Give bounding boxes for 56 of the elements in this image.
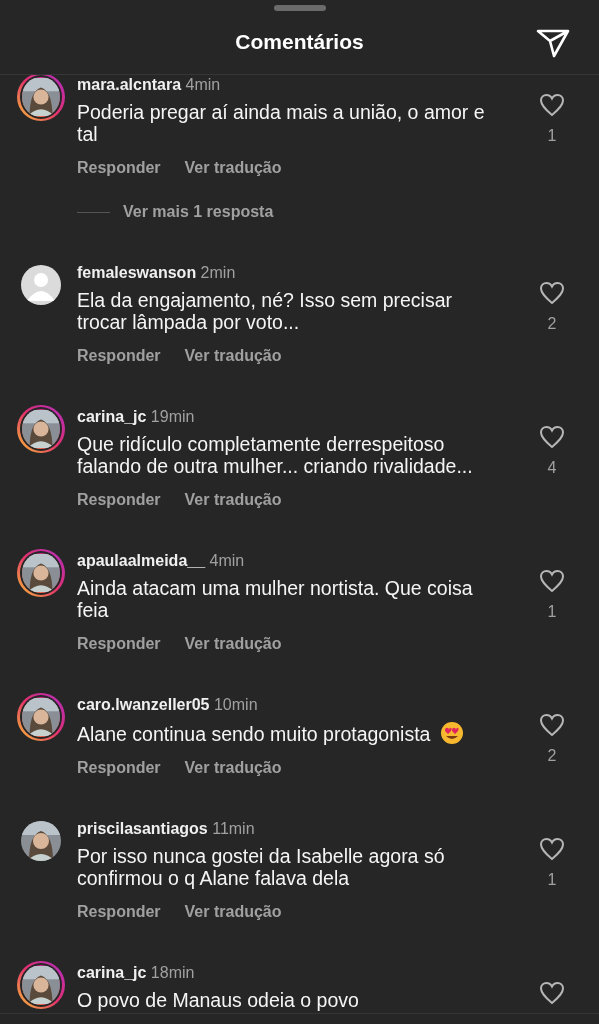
heart-eyes-emoji-icon	[439, 721, 464, 745]
comment-time: 18min	[150, 964, 195, 981]
username-link[interactable]: priscilasantiagos	[77, 820, 208, 837]
comment-time: 2min	[200, 264, 236, 281]
heart-icon[interactable]	[539, 93, 565, 117]
comment-action-link[interactable]: Responder	[77, 758, 161, 778]
comment-action-link[interactable]: Responder	[77, 346, 161, 366]
comment-time: 4min	[185, 76, 221, 93]
heart-icon[interactable]	[539, 713, 565, 737]
like-count: 2	[547, 315, 557, 333]
comment-time: 11min	[212, 820, 255, 837]
comment-time: 10min	[213, 696, 258, 713]
comment-text: Ainda atacam uma mulher nortista. Que coisa feia	[77, 577, 473, 621]
heart-icon[interactable]	[539, 569, 565, 593]
comment-action-link[interactable]: Ver tradução	[184, 346, 282, 366]
drag-handle[interactable]	[273, 5, 326, 11]
username-link[interactable]: caro.lwanzeller05	[77, 696, 210, 713]
heart-icon[interactable]	[539, 281, 565, 305]
avatar[interactable]	[16, 693, 65, 741]
screen-title: Comentários	[235, 30, 364, 54]
like-count: 1	[547, 603, 557, 621]
like-count: 4	[547, 459, 557, 477]
username-link[interactable]: mara.alcntara	[77, 76, 182, 93]
comment-action-link[interactable]: Responder	[77, 902, 161, 922]
username-link[interactable]: femaleswanson	[77, 264, 197, 281]
comment-action-link[interactable]: Ver tradução	[184, 902, 282, 922]
comment-time: 4min	[209, 552, 245, 569]
comment-text: O povo de Manaus odeia o povo	[77, 989, 359, 1011]
comment-action-link[interactable]: Responder	[77, 158, 161, 178]
heart-icon[interactable]	[539, 425, 565, 449]
comment-text: Ela da engajamento, né? Isso sem precisar trocar lâmpada por voto...	[77, 289, 453, 333]
like-count: 1	[547, 871, 557, 889]
comment-action-link[interactable]: Responder	[77, 490, 161, 510]
username-link[interactable]: carina_jc	[77, 964, 147, 981]
comment-action-link[interactable]: Ver tradução	[184, 634, 282, 654]
comment-action-link[interactable]: Ver tradução	[184, 490, 282, 510]
like-count: 1	[547, 127, 557, 145]
comment-action-link[interactable]: Responder	[77, 634, 161, 654]
username-link[interactable]: apaulaalmeida__	[77, 552, 206, 569]
heart-icon[interactable]	[539, 981, 565, 1005]
comment-text: Que ridículo completamente derrespeitoso falando de outra mulher... criando rivalidade...	[77, 433, 473, 477]
comment-text: Alane continua sendo muito protagonista	[77, 723, 431, 745]
view-replies-link[interactable]: Ver mais 1 resposta	[123, 202, 274, 222]
avatar[interactable]	[16, 549, 65, 597]
comment-time: 19min	[150, 408, 195, 425]
avatar[interactable]	[16, 75, 65, 121]
heart-icon[interactable]	[539, 837, 565, 861]
username-link[interactable]: carina_jc	[77, 408, 147, 425]
like-count: 2	[547, 747, 557, 765]
send-icon[interactable]	[536, 28, 570, 58]
comment-text: Poderia pregar aí ainda mais a união, o amor e tal	[77, 101, 485, 145]
comment-text: Por isso nunca gostei da Isabelle agora só confirmou o q Alane falava dela	[77, 845, 445, 889]
comment-action-link[interactable]: Ver tradução	[184, 158, 282, 178]
avatar[interactable]	[16, 405, 65, 453]
comment-action-link[interactable]: Ver tradução	[184, 758, 282, 778]
avatar[interactable]	[16, 961, 65, 1009]
